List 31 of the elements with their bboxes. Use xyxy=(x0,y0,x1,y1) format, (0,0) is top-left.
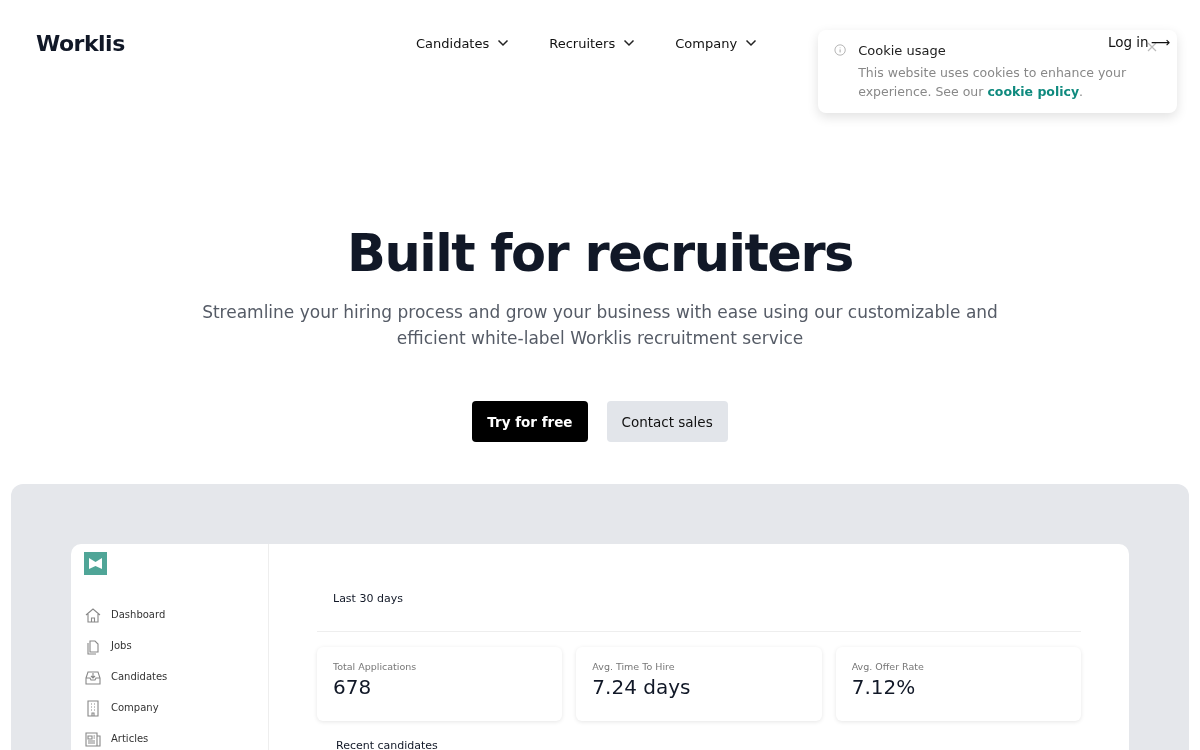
building-icon xyxy=(84,698,102,717)
news-icon xyxy=(84,729,102,748)
app-logo-icon xyxy=(84,552,107,575)
nav-menu[interactable]: Company xyxy=(675,35,758,51)
contact-button[interactable]: Contact sales xyxy=(606,401,728,442)
hero-title: Built for recruiters xyxy=(347,223,853,285)
sidebar-item[interactable]: Articles xyxy=(84,723,149,750)
logo[interactable]: Worklis xyxy=(36,30,416,56)
nav-menu[interactable]: Recruiters xyxy=(549,35,636,51)
popup-title: Cookie usage xyxy=(858,43,946,58)
stat-label: Total Applications xyxy=(333,661,418,672)
login-link[interactable]: Log in⟶ xyxy=(1107,34,1170,50)
chevron-down-icon xyxy=(745,39,758,47)
nav-menu[interactable]: Candidates xyxy=(416,35,510,51)
stat-value: 7.24 days xyxy=(592,675,692,699)
stat-label: Avg. Offer Rate xyxy=(851,661,925,672)
sidebar-item[interactable]: Jobs xyxy=(84,630,132,661)
hero-subtitle: Streamline your hiring process and grow your business with ease using our customizable and efficient white-label Worklis recruitment service xyxy=(201,301,999,350)
period-label: Last 30 days xyxy=(332,591,404,607)
stat-label: Avg. Time To Hire xyxy=(592,661,676,672)
section-title: Recent candidates xyxy=(335,738,439,750)
try-button[interactable]: Try for free xyxy=(472,401,588,442)
stat-value: 7.12% xyxy=(851,675,917,699)
stat-value: 678 xyxy=(333,675,373,699)
chevron-down-icon xyxy=(623,39,636,47)
cookie-policy-link[interactable]: cookie policy xyxy=(987,84,1080,99)
sidebar-item[interactable]: Company xyxy=(84,692,159,723)
chevron-down-icon xyxy=(497,39,510,47)
sidebar-item[interactable]: Dashboard xyxy=(84,599,166,630)
popup-text: This website uses cookies to enhance your experience. See our cookie policy. xyxy=(858,64,1128,101)
sidebar-item[interactable]: Candidates xyxy=(84,661,168,692)
